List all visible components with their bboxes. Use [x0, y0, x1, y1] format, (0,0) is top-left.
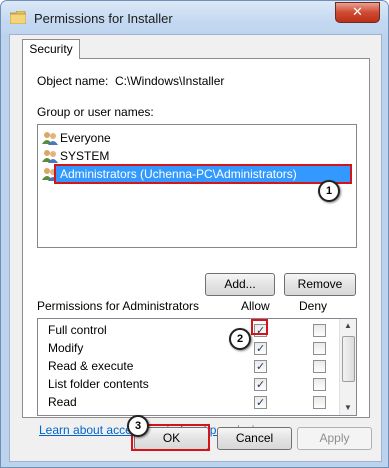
folder-icon	[10, 11, 26, 24]
deny-checkbox[interactable]	[313, 378, 326, 391]
scroll-up-icon[interactable]: ▲	[344, 321, 352, 330]
deny-checkbox[interactable]	[313, 342, 326, 355]
allow-checkbox[interactable]: ✓	[254, 360, 267, 373]
allow-checkbox[interactable]: ✓	[254, 396, 267, 409]
security-panel: Object name: C:\Windows\Installer Group …	[22, 58, 370, 437]
callout-1: 1	[318, 180, 340, 202]
highlight-box	[54, 164, 352, 184]
dialog-body: Security Object name: C:\Windows\Install…	[9, 34, 382, 462]
permission-name: Read	[48, 395, 77, 409]
permission-name: Modify	[48, 341, 84, 355]
permission-row-list-folder: List folder contents ✓	[38, 375, 338, 393]
allow-header: Allow	[241, 299, 270, 313]
permission-name: Full control	[48, 323, 107, 337]
permissions-dialog: Permissions for Installer ✕ Security Obj…	[0, 0, 389, 468]
apply-button[interactable]: Apply	[297, 427, 372, 450]
check-icon: ✓	[256, 361, 266, 373]
window-title: Permissions for Installer	[34, 11, 173, 26]
permission-row-read-execute: Read & execute ✓	[38, 357, 338, 375]
allow-checkbox[interactable]: ✓	[254, 378, 267, 391]
scroll-thumb[interactable]	[342, 336, 355, 382]
check-icon: ✓	[256, 379, 266, 391]
group-names-label: Group or user names:	[37, 105, 154, 119]
remove-button[interactable]: Remove	[284, 273, 356, 296]
users-icon	[42, 150, 58, 163]
callout-2: 2	[229, 328, 251, 350]
title-bar[interactable]: Permissions for Installer ✕	[1, 1, 388, 34]
cancel-button[interactable]: Cancel	[217, 427, 292, 450]
permissions-scrollbar[interactable]: ▲ ▼	[339, 319, 356, 415]
deny-checkbox[interactable]	[313, 360, 326, 373]
close-icon: ✕	[352, 4, 363, 19]
permission-row-read: Read ✓	[38, 393, 338, 411]
permissions-label: Permissions for Administrators	[37, 299, 200, 313]
scroll-down-icon[interactable]: ▼	[344, 403, 352, 412]
highlight-box	[251, 319, 268, 335]
allow-checkbox[interactable]: ✓	[254, 342, 267, 355]
deny-checkbox[interactable]	[313, 324, 326, 337]
tab-security[interactable]: Security	[22, 39, 80, 59]
deny-header: Deny	[299, 299, 328, 313]
object-name-label: Object name:	[37, 74, 109, 88]
callout-3: 3	[127, 415, 149, 437]
permission-row-modify: Modify ✓	[38, 339, 338, 357]
permission-name: Read & execute	[48, 359, 134, 373]
check-icon: ✓	[256, 397, 266, 409]
check-icon: ✓	[256, 343, 266, 355]
list-item-label: Everyone	[60, 131, 111, 145]
add-button[interactable]: Add...	[205, 273, 275, 296]
close-button[interactable]: ✕	[335, 2, 380, 23]
permission-row-full-control: Full control ✓	[38, 321, 338, 339]
permission-name: List folder contents	[48, 377, 149, 391]
permissions-list[interactable]: Full control ✓ Modify ✓ Read & execute ✓…	[37, 318, 357, 416]
list-item-label: SYSTEM	[60, 149, 110, 163]
group-user-list[interactable]: Everyone SYSTEM Administrators (Uchenna-…	[37, 124, 357, 248]
object-name-value: C:\Windows\Installer	[115, 74, 225, 88]
users-icon	[42, 132, 58, 145]
deny-checkbox[interactable]	[313, 396, 326, 409]
